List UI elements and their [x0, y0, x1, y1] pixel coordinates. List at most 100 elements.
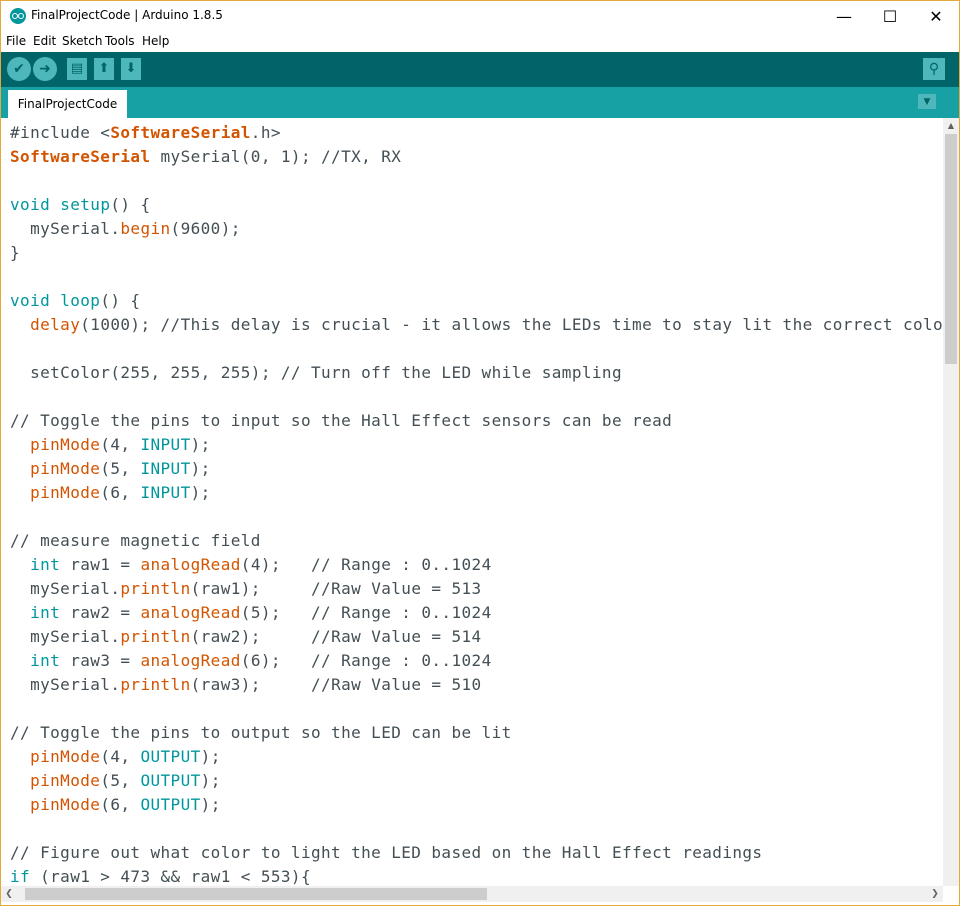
arduino-ide-window: FinalProjectCode | Arduino 1.8.5 — ☐ ✕ F…: [0, 0, 960, 906]
code-token: loop: [60, 291, 101, 310]
toolbar: ✔ ➜ ▤ ⬆ ⬇ ⚲: [1, 52, 959, 87]
code-token: pinMode: [30, 483, 101, 502]
code-line[interactable]: pinMode(5, INPUT);: [10, 457, 943, 481]
code-line[interactable]: mySerial.println(raw2); //Raw Value = 51…: [10, 625, 943, 649]
menu-tools[interactable]: Tools: [105, 34, 135, 48]
menu-sketch[interactable]: Sketch: [62, 34, 102, 48]
code-token: // Figure out what color to light the LE…: [10, 843, 763, 862]
verify-button[interactable]: ✔: [7, 57, 31, 81]
upload-button[interactable]: ➜: [33, 57, 57, 81]
code-line[interactable]: int raw1 = analogRead(4); // Range : 0..…: [10, 553, 943, 577]
open-sketch-button[interactable]: ⬆: [94, 58, 114, 80]
serial-monitor-button[interactable]: ⚲: [923, 58, 945, 80]
code-token: raw3 =: [60, 651, 141, 670]
code-line[interactable]: pinMode(4, INPUT);: [10, 433, 943, 457]
code-token: println: [120, 675, 191, 694]
code-token: (raw1 > 473 && raw1 < 553){: [30, 867, 311, 886]
checkmark-icon: ✔: [13, 61, 25, 77]
code-line[interactable]: delay(1000); //This delay is crucial - i…: [10, 313, 943, 337]
vertical-scroll-thumb[interactable]: [945, 134, 957, 364]
code-token: .h>: [250, 123, 281, 142]
arrow-down-icon: ⬇: [125, 61, 137, 76]
code-line[interactable]: [10, 337, 943, 361]
code-line[interactable]: // Toggle the pins to output so the LED …: [10, 721, 943, 745]
code-line[interactable]: pinMode(6, INPUT);: [10, 481, 943, 505]
code-token: );: [200, 771, 221, 790]
code-line[interactable]: setColor(255, 255, 255); // Turn off the…: [10, 361, 943, 385]
code-line[interactable]: [10, 505, 943, 529]
minimize-button[interactable]: —: [821, 1, 867, 31]
horizontal-scrollbar[interactable]: ❮ ❯: [1, 886, 943, 902]
code-token: // measure magnetic field: [10, 531, 261, 550]
code-line[interactable]: [10, 265, 943, 289]
code-token: (6,: [100, 483, 141, 502]
scroll-up-icon[interactable]: ▲: [943, 118, 959, 134]
code-token: INPUT: [140, 483, 191, 502]
code-line[interactable]: [10, 385, 943, 409]
code-token: pinMode: [30, 459, 101, 478]
new-sketch-button[interactable]: ▤: [67, 58, 87, 80]
code-editor[interactable]: #include <SoftwareSerial.h> SoftwareSeria…: [1, 118, 943, 886]
code-line[interactable]: // measure magnetic field: [10, 529, 943, 553]
code-line[interactable]: }: [10, 241, 943, 265]
code-token: raw1 =: [60, 555, 141, 574]
code-token: mySerial(0, 1); //TX, RX: [150, 147, 402, 166]
code-line[interactable]: int raw3 = analogRead(6); // Range : 0..…: [10, 649, 943, 673]
code-token: mySerial.: [10, 579, 121, 598]
code-line[interactable]: pinMode(6, OUTPUT);: [10, 793, 943, 817]
code-token: int: [30, 555, 61, 574]
tab-finalprojectcode[interactable]: FinalProjectCode: [8, 90, 127, 118]
code-line[interactable]: // Toggle the pins to input so the Hall …: [10, 409, 943, 433]
code-line[interactable]: // Figure out what color to light the LE…: [10, 841, 943, 865]
code-token: (5); // Range : 0..1024: [240, 603, 492, 622]
code-token: (6,: [100, 795, 141, 814]
code-line[interactable]: mySerial.println(raw1); //Raw Value = 51…: [10, 577, 943, 601]
code-token: (5,: [100, 459, 141, 478]
code-line[interactable]: [10, 697, 943, 721]
scroll-right-icon[interactable]: ❯: [927, 886, 943, 902]
title-bar: FinalProjectCode | Arduino 1.8.5 — ☐ ✕: [1, 1, 959, 31]
code-token: );: [200, 747, 221, 766]
code-token: // Toggle the pins to output so the LED …: [10, 723, 512, 742]
code-line[interactable]: pinMode(4, OUTPUT);: [10, 745, 943, 769]
code-token: setup: [60, 195, 111, 214]
code-line[interactable]: SoftwareSerial mySerial(0, 1); //TX, RX: [10, 145, 943, 169]
code-line[interactable]: [10, 817, 943, 841]
code-text[interactable]: #include <SoftwareSerial.h> SoftwareSeria…: [10, 121, 943, 886]
tab-menu-button[interactable]: ▼: [918, 94, 936, 109]
arrow-right-icon: ➜: [39, 61, 51, 77]
code-line[interactable]: #include <SoftwareSerial.h>: [10, 121, 943, 145]
code-line[interactable]: void loop() {: [10, 289, 943, 313]
code-token: () {: [110, 195, 151, 214]
code-token: OUTPUT: [140, 771, 201, 790]
scroll-left-icon[interactable]: ❮: [1, 886, 17, 902]
close-button[interactable]: ✕: [913, 1, 959, 31]
horizontal-scroll-thumb[interactable]: [25, 888, 487, 900]
save-sketch-button[interactable]: ⬇: [121, 58, 141, 80]
code-token: (raw3); //Raw Value = 510: [190, 675, 482, 694]
code-line[interactable]: if (raw1 > 473 && raw1 < 553){: [10, 865, 943, 886]
code-token: (6); // Range : 0..1024: [240, 651, 492, 670]
menu-edit[interactable]: Edit: [33, 34, 56, 48]
code-token: (5,: [100, 771, 141, 790]
code-line[interactable]: mySerial.println(raw3); //Raw Value = 51…: [10, 673, 943, 697]
maximize-button[interactable]: ☐: [867, 1, 913, 31]
code-line[interactable]: [10, 169, 943, 193]
menu-file[interactable]: File: [6, 34, 26, 48]
code-line[interactable]: mySerial.begin(9600);: [10, 217, 943, 241]
code-token: (4,: [100, 747, 141, 766]
vertical-scrollbar[interactable]: ▲: [943, 118, 959, 886]
code-token: mySerial.: [10, 219, 121, 238]
code-line[interactable]: int raw2 = analogRead(5); // Range : 0..…: [10, 601, 943, 625]
code-token: );: [200, 795, 221, 814]
code-line[interactable]: void setup() {: [10, 193, 943, 217]
menu-help[interactable]: Help: [142, 34, 169, 48]
triangle-down-icon: ▼: [923, 96, 931, 107]
code-line[interactable]: pinMode(5, OUTPUT);: [10, 769, 943, 793]
code-token: pinMode: [30, 795, 101, 814]
